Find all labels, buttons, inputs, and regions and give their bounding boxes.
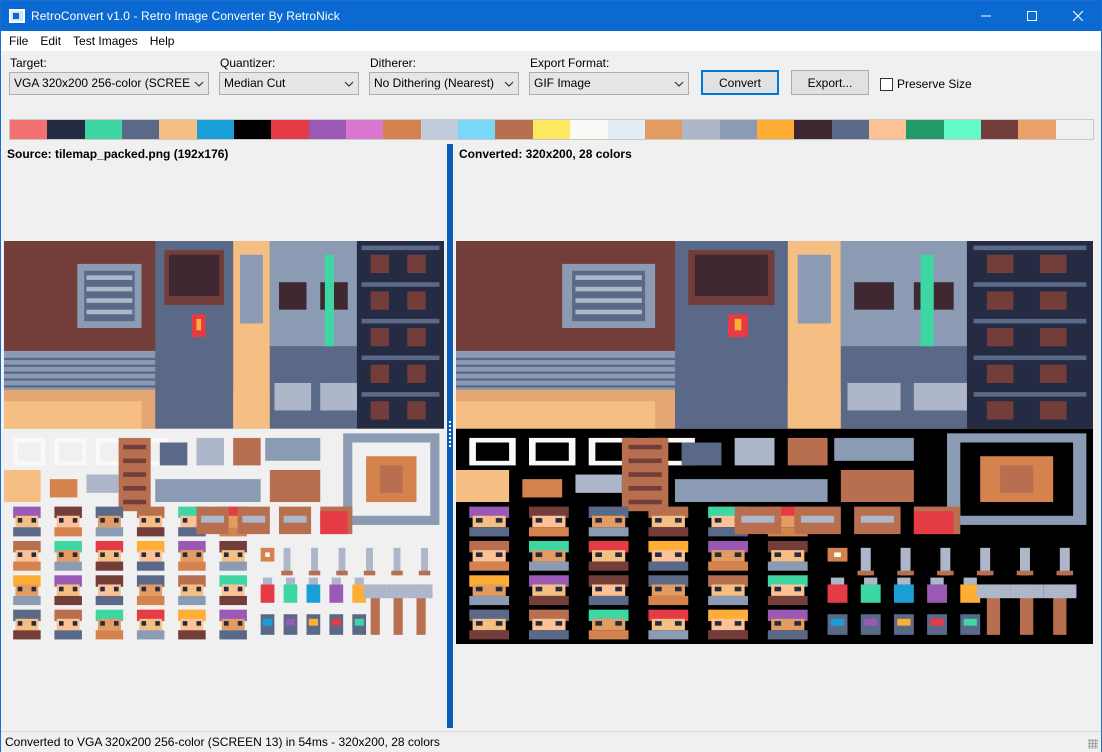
target-value: VGA 320x200 256-color (SCREEN 13) — [14, 76, 190, 90]
close-button[interactable] — [1055, 1, 1101, 31]
ditherer-label: Ditherer: — [370, 56, 417, 70]
chevron-down-icon — [194, 81, 204, 87]
palette-swatch — [831, 120, 869, 139]
palette-swatch — [682, 120, 720, 139]
window-controls — [963, 1, 1101, 31]
palette-swatch — [196, 120, 235, 139]
resize-grip[interactable] — [1088, 739, 1098, 749]
app-window: RetroConvert v1.0 - Retro Image Converte… — [0, 0, 1102, 752]
palette-swatch — [756, 120, 795, 139]
palette-swatch — [495, 120, 533, 139]
minimize-button[interactable] — [963, 1, 1009, 31]
palette-swatch — [943, 120, 981, 139]
converted-image — [456, 241, 1093, 644]
converted-pane[interactable] — [453, 163, 1101, 728]
palette-swatch — [420, 120, 459, 139]
palette-swatch — [794, 120, 832, 139]
menu-test-images[interactable]: Test Images — [67, 31, 144, 51]
status-text: Converted to VGA 320x200 256-color (SCRE… — [5, 735, 440, 749]
preserve-size-option[interactable]: Preserve Size — [880, 77, 972, 91]
tilemap-picture — [456, 241, 1093, 644]
maximize-icon — [1027, 11, 1037, 21]
quantizer-value: Median Cut — [224, 76, 286, 90]
quantizer-label: Quantizer: — [220, 56, 276, 70]
palette-swatch — [308, 120, 347, 139]
palette-swatch — [868, 120, 907, 139]
menu-file[interactable]: File — [3, 31, 34, 51]
palette-swatch — [1055, 120, 1093, 139]
toolbar: Target: VGA 320x200 256-color (SCREEN 13… — [1, 51, 1101, 113]
convert-button[interactable]: Convert — [701, 70, 779, 95]
palette-swatch — [10, 120, 48, 139]
palette-swatch — [532, 120, 571, 139]
palette-swatch — [122, 120, 160, 139]
tilemap-picture — [4, 241, 444, 644]
converted-caption: Converted: 320x200, 28 colors — [459, 147, 632, 161]
palette-swatch — [1018, 120, 1056, 139]
menu-bar: File Edit Test Images Help — [1, 31, 1101, 51]
maximize-button[interactable] — [1009, 1, 1055, 31]
export-format-value: GIF Image — [534, 76, 591, 90]
target-label: Target: — [10, 56, 47, 70]
palette-swatch — [383, 120, 421, 139]
window-title: RetroConvert v1.0 - Retro Image Converte… — [31, 9, 340, 23]
palette-swatch — [458, 120, 496, 139]
target-select[interactable]: VGA 320x200 256-color (SCREEN 13) — [9, 72, 209, 95]
export-button[interactable]: Export... — [791, 70, 869, 95]
export-format-select[interactable]: GIF Image — [529, 72, 689, 95]
preserve-size-checkbox[interactable] — [880, 77, 893, 91]
palette-swatch — [570, 120, 608, 139]
source-pane[interactable] — [1, 163, 447, 728]
palette-swatch — [84, 120, 123, 139]
palette-swatch — [906, 120, 944, 139]
palette-swatch — [47, 120, 85, 139]
close-icon — [1073, 11, 1083, 21]
splitter-grip[interactable] — [449, 421, 451, 449]
status-bar: Converted to VGA 320x200 256-color (SCRE… — [1, 731, 1101, 752]
palette-swatch — [234, 120, 272, 139]
palette-swatch — [980, 120, 1019, 139]
chevron-down-icon — [674, 81, 684, 87]
quantizer-select[interactable]: Median Cut — [219, 72, 359, 95]
app-icon[interactable] — [9, 9, 25, 23]
source-image — [4, 241, 444, 644]
title-bar[interactable]: RetroConvert v1.0 - Retro Image Converte… — [1, 1, 1101, 31]
palette-swatch — [719, 120, 757, 139]
source-caption: Source: tilemap_packed.png (192x176) — [7, 147, 229, 161]
menu-help[interactable]: Help — [144, 31, 181, 51]
menu-edit[interactable]: Edit — [34, 31, 67, 51]
minimize-icon — [981, 15, 991, 17]
palette-swatch — [607, 120, 645, 139]
preserve-size-label: Preserve Size — [897, 77, 972, 91]
chevron-down-icon — [504, 81, 514, 87]
palette-swatch — [346, 120, 384, 139]
export-format-label: Export Format: — [530, 56, 610, 70]
chevron-down-icon — [344, 81, 354, 87]
palette-swatch — [644, 120, 683, 139]
palette-swatch — [271, 120, 309, 139]
ditherer-select[interactable]: No Dithering (Nearest) — [369, 72, 519, 95]
palette-strip — [9, 119, 1094, 140]
palette-swatch — [159, 120, 197, 139]
ditherer-value: No Dithering (Nearest) — [374, 76, 495, 90]
